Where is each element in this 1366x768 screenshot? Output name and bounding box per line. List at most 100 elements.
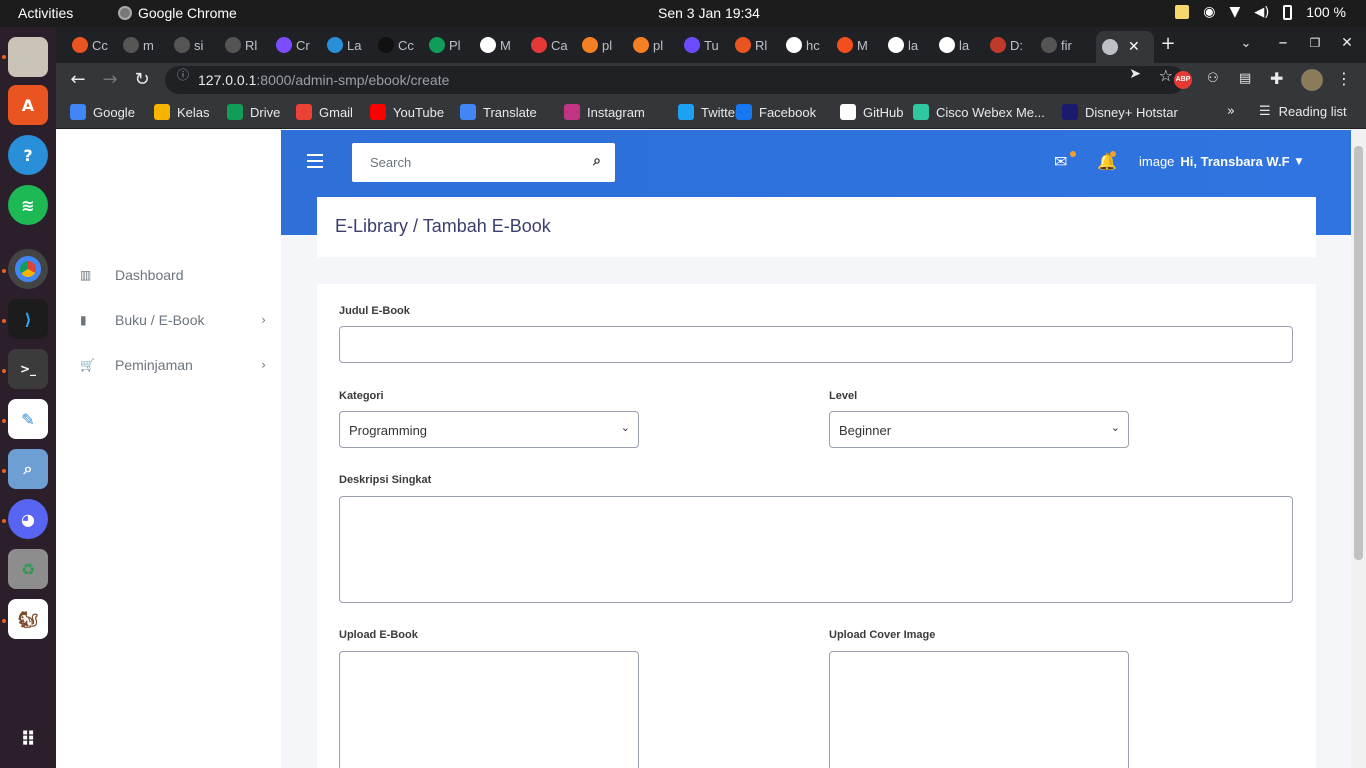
bookmark-1[interactable]: Kelas bbox=[154, 104, 210, 120]
extension-icon[interactable]: ⚇ bbox=[1207, 71, 1219, 86]
chrome-menu-icon[interactable]: ⋮ bbox=[1336, 69, 1352, 88]
extensions-puzzle-icon[interactable]: ✚ bbox=[1270, 69, 1283, 88]
user-menu[interactable]: image Hi, Transbara W.F ▼ bbox=[1139, 154, 1302, 169]
reload-button[interactable]: ↻ bbox=[130, 68, 154, 92]
description-label: Deskripsi Singkat bbox=[339, 474, 432, 486]
tab-label: la bbox=[959, 37, 970, 53]
profile-avatar[interactable] bbox=[1301, 69, 1323, 91]
search-box[interactable]: Search ⌕ bbox=[352, 143, 615, 182]
tab-1[interactable]: m bbox=[123, 31, 169, 59]
app-ce-icon[interactable]: 🐿 bbox=[8, 599, 48, 639]
tab-5[interactable]: La bbox=[327, 31, 373, 59]
help-icon[interactable]: ? bbox=[8, 135, 48, 175]
app-menu[interactable]: Google Chrome bbox=[118, 5, 237, 21]
tab-4[interactable]: Cr bbox=[276, 31, 322, 59]
files-icon[interactable] bbox=[8, 37, 48, 77]
forward-button[interactable]: → bbox=[98, 68, 122, 92]
bookmark-9[interactable]: GitHub bbox=[840, 104, 903, 120]
bookmark-3[interactable]: Gmail bbox=[296, 104, 353, 120]
tab-0[interactable]: Cc bbox=[72, 31, 118, 59]
back-button[interactable]: ← bbox=[66, 68, 90, 92]
page-scrollbar[interactable] bbox=[1351, 130, 1366, 768]
tab-favicon-icon bbox=[786, 37, 802, 53]
bookmark-5[interactable]: Translate bbox=[460, 104, 537, 120]
tab-3[interactable]: Rl bbox=[225, 31, 271, 59]
tab-9[interactable]: Ca bbox=[531, 31, 577, 59]
bookmark-star-icon[interactable]: ☆ bbox=[1159, 66, 1173, 85]
adblock-icon[interactable]: ABP bbox=[1174, 71, 1192, 89]
bookmark-favicon-icon bbox=[460, 104, 476, 120]
mail-icon[interactable]: ✉ bbox=[1054, 152, 1067, 171]
bookmark-label: Google bbox=[93, 104, 135, 120]
maximize-button[interactable]: ❐ bbox=[1303, 31, 1327, 55]
bookmark-2[interactable]: Drive bbox=[227, 104, 280, 120]
activities-button[interactable]: Activities bbox=[18, 5, 73, 21]
battery-level: 100 % bbox=[1306, 4, 1346, 20]
tab-favicon-icon bbox=[378, 37, 394, 53]
bookmark-4[interactable]: YouTube bbox=[370, 104, 444, 120]
sidebar-item-dashboard[interactable]: ▥ Dashboard bbox=[80, 267, 266, 283]
tab-18[interactable]: D: bbox=[990, 31, 1036, 59]
tab-14[interactable]: hc bbox=[786, 31, 832, 59]
sidebar-item-ebook[interactable]: ▮ Buku / E-Book › bbox=[80, 312, 266, 328]
more-bookmarks-icon[interactable]: » bbox=[1227, 104, 1235, 119]
system-tray[interactable]: ◉ ▼ ◀) 100 % bbox=[1175, 4, 1346, 20]
minimize-button[interactable]: – bbox=[1271, 31, 1295, 55]
tab-16[interactable]: la bbox=[888, 31, 934, 59]
tab-7[interactable]: Pl bbox=[429, 31, 475, 59]
bookmark-0[interactable]: Google bbox=[70, 104, 135, 120]
description-textarea[interactable] bbox=[339, 496, 1293, 603]
tab-search-icon[interactable]: ⌄ bbox=[1234, 32, 1258, 56]
address-bar[interactable]: ⓘ 127.0.0.1:8000/admin-smp/ebook/create … bbox=[165, 66, 1185, 94]
scrollbar-thumb[interactable] bbox=[1354, 146, 1363, 560]
tab-8[interactable]: M bbox=[480, 31, 526, 59]
close-tab-icon[interactable]: ✕ bbox=[1128, 39, 1140, 55]
bookmark-favicon-icon bbox=[840, 104, 856, 120]
tab-11[interactable]: pl bbox=[633, 31, 679, 59]
upload-ebook-dropzone[interactable] bbox=[339, 651, 639, 768]
discord-icon[interactable]: ◕ bbox=[8, 499, 48, 539]
show-apps-icon[interactable]: ⠿ bbox=[8, 719, 48, 759]
text-editor-icon[interactable]: ✎ bbox=[8, 399, 48, 439]
trash-icon[interactable]: ♻ bbox=[8, 549, 48, 589]
upload-cover-dropzone[interactable] bbox=[829, 651, 1129, 768]
url-host: 127.0.0.1 bbox=[198, 72, 257, 88]
tab-6[interactable]: Cc bbox=[378, 31, 424, 59]
extension-icon-2[interactable]: ▤ bbox=[1239, 71, 1251, 86]
bookmark-7[interactable]: Twitter bbox=[678, 104, 739, 120]
search-icon[interactable]: ⌕ bbox=[593, 153, 601, 169]
vscode-icon[interactable]: ⟩ bbox=[8, 299, 48, 339]
bookmark-10[interactable]: Cisco Webex Me... bbox=[913, 104, 1045, 120]
screenshot-icon[interactable]: ⌕ bbox=[8, 449, 48, 489]
search-input[interactable]: Search bbox=[370, 155, 411, 170]
software-center-icon[interactable]: A bbox=[8, 85, 48, 125]
bookmark-11[interactable]: Disney+ Hotstar bbox=[1062, 104, 1178, 120]
bookmark-6[interactable]: Instagram bbox=[564, 104, 645, 120]
send-icon[interactable]: ➤ bbox=[1129, 66, 1141, 82]
tab-15[interactable]: M bbox=[837, 31, 883, 59]
new-tab-button[interactable]: + bbox=[1156, 32, 1180, 56]
tab-13[interactable]: Rl bbox=[735, 31, 781, 59]
chrome-dock-icon[interactable] bbox=[8, 249, 48, 289]
tab-19[interactable]: fir bbox=[1041, 31, 1087, 59]
spotify-icon[interactable]: ≋ bbox=[8, 185, 48, 225]
tab-10[interactable]: pl bbox=[582, 31, 628, 59]
tab-2[interactable]: si bbox=[174, 31, 220, 59]
tab-12[interactable]: Tu bbox=[684, 31, 730, 59]
menu-toggle-icon[interactable] bbox=[307, 154, 323, 168]
tab-17[interactable]: la bbox=[939, 31, 985, 59]
bookmark-8[interactable]: Facebook bbox=[736, 104, 816, 120]
close-window-button[interactable]: ✕ bbox=[1335, 31, 1359, 55]
level-select[interactable]: Beginner ⌄ bbox=[829, 411, 1129, 448]
category-select[interactable]: Programming ⌄ bbox=[339, 411, 639, 448]
sidebar-item-peminjaman[interactable]: 🛒 Peminjaman › bbox=[80, 357, 266, 373]
terminal-icon[interactable]: >_ bbox=[8, 349, 48, 389]
tab-label: M bbox=[857, 37, 868, 53]
title-input[interactable] bbox=[339, 326, 1293, 363]
clock[interactable]: Sen 3 Jan 19:34 bbox=[658, 5, 760, 21]
tab-strip: Cc m si Rl Cr La Cc Pl M Ca pl pl Tu Rl hc Mla la D: fir ✕… bbox=[56, 27, 1366, 63]
tab-active[interactable]: ✕ bbox=[1096, 31, 1154, 63]
cart-icon: 🛒 bbox=[80, 358, 95, 372]
reading-list[interactable]: ☰ Reading list bbox=[1259, 104, 1347, 119]
site-info-icon[interactable]: ⓘ bbox=[177, 66, 189, 83]
